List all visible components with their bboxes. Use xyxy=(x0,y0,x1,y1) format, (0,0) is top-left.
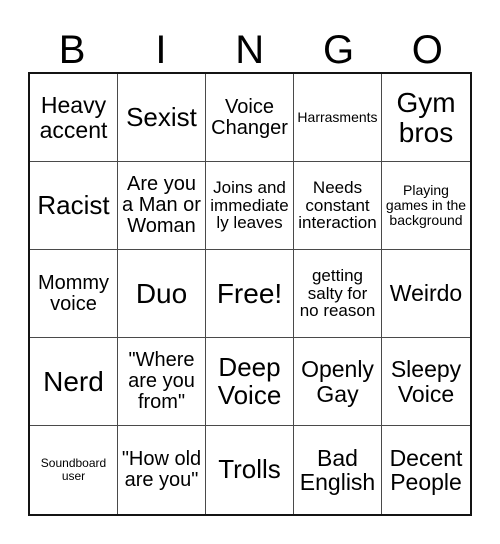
bingo-cell-label: Bad English xyxy=(299,444,376,495)
bingo-cell-label: Free! xyxy=(216,277,283,309)
header-letter-i: I xyxy=(155,28,167,72)
bingo-cell-r4c2[interactable]: "Where are you from" xyxy=(118,338,206,426)
bingo-header: B I N G O xyxy=(28,20,472,72)
bingo-cell-label: Racist xyxy=(37,189,110,220)
bingo-cell-r2c5[interactable]: Playing games in the background xyxy=(382,162,470,250)
bingo-cell-r4c4[interactable]: Openly Gay xyxy=(294,338,382,426)
bingo-cell-label: Trolls xyxy=(218,454,281,485)
header-letter-b: B xyxy=(58,28,86,72)
bingo-cell-label: Joins and immediately leaves xyxy=(210,177,289,233)
bingo-cell-r3c1[interactable]: Mommy voice xyxy=(30,250,118,338)
bingo-cell-label: "Where are you from" xyxy=(128,349,195,413)
bingo-cell-label: Nerd xyxy=(43,365,104,397)
bingo-cell-r2c4[interactable]: Needs constant interaction xyxy=(294,162,382,250)
bingo-cell-r1c3[interactable]: Voice Changer xyxy=(206,74,294,162)
bingo-cell-r4c5[interactable]: Sleepy Voice xyxy=(382,338,470,426)
bingo-cell-label: Heavy accent xyxy=(39,92,108,143)
bingo-cell-label: Deep Voice xyxy=(217,352,282,410)
bingo-cell-r1c5[interactable]: Gym bros xyxy=(382,74,470,162)
bingo-cell-label: Are you a Man or Woman xyxy=(122,173,201,237)
bingo-cell-r2c3[interactable]: Joins and immediately leaves xyxy=(206,162,294,250)
header-letter-g: G xyxy=(322,28,355,72)
bingo-cell-label: Decent People xyxy=(389,444,463,495)
bingo-cell-r2c2[interactable]: Are you a Man or Woman xyxy=(118,162,206,250)
bingo-cell-r4c3[interactable]: Deep Voice xyxy=(206,338,294,426)
bingo-cell-r3c4[interactable]: getting salty for no reason xyxy=(294,250,382,338)
header-letter-o: O xyxy=(411,28,444,72)
bingo-cell-r5c3[interactable]: Trolls xyxy=(206,426,294,514)
bingo-cell-r3c3[interactable]: Free! xyxy=(206,250,294,338)
bingo-cell-label: Gym bros xyxy=(396,87,456,148)
bingo-cell-r5c1[interactable]: Soundboard user xyxy=(30,426,118,514)
bingo-cell-label: Openly Gay xyxy=(301,356,374,407)
bingo-cell-r1c1[interactable]: Heavy accent xyxy=(30,74,118,162)
bingo-cell-r3c5[interactable]: Weirdo xyxy=(382,250,470,338)
bingo-cell-label: Needs constant interaction xyxy=(298,177,377,233)
bingo-cell-label: getting salty for no reason xyxy=(299,265,376,321)
bingo-cell-label: Sexist xyxy=(126,101,197,132)
bingo-cell-label: Soundboard user xyxy=(40,456,107,483)
bingo-cell-r5c4[interactable]: Bad English xyxy=(294,426,382,514)
bingo-cell-r3c2[interactable]: Duo xyxy=(118,250,206,338)
bingo-cell-label: Voice Changer xyxy=(211,95,288,139)
bingo-grid: Heavy accent Sexist Voice Changer Harrasmen… xyxy=(28,72,472,516)
bingo-cell-label: Harrasments xyxy=(297,109,378,126)
bingo-cell-r1c4[interactable]: Harrasments xyxy=(294,74,382,162)
bingo-cell-r5c5[interactable]: Decent People xyxy=(382,426,470,514)
bingo-card: B I N G O Heavy accent Sexist Voice Change… xyxy=(0,0,500,544)
bingo-cell-label: Playing games in the background xyxy=(385,182,467,228)
bingo-cell-label: "How old are you" xyxy=(121,448,202,491)
bingo-cell-r1c2[interactable]: Sexist xyxy=(118,74,206,162)
bingo-cell-r5c2[interactable]: "How old are you" xyxy=(118,426,206,514)
bingo-cell-label: Duo xyxy=(135,277,188,309)
bingo-cell-label: Weirdo xyxy=(389,280,463,307)
bingo-cell-r2c1[interactable]: Racist xyxy=(30,162,118,250)
bingo-cell-r4c1[interactable]: Nerd xyxy=(30,338,118,426)
bingo-cell-label: Mommy voice xyxy=(37,271,110,315)
header-letter-n: N xyxy=(235,28,265,72)
bingo-cell-label: Sleepy Voice xyxy=(390,356,462,407)
